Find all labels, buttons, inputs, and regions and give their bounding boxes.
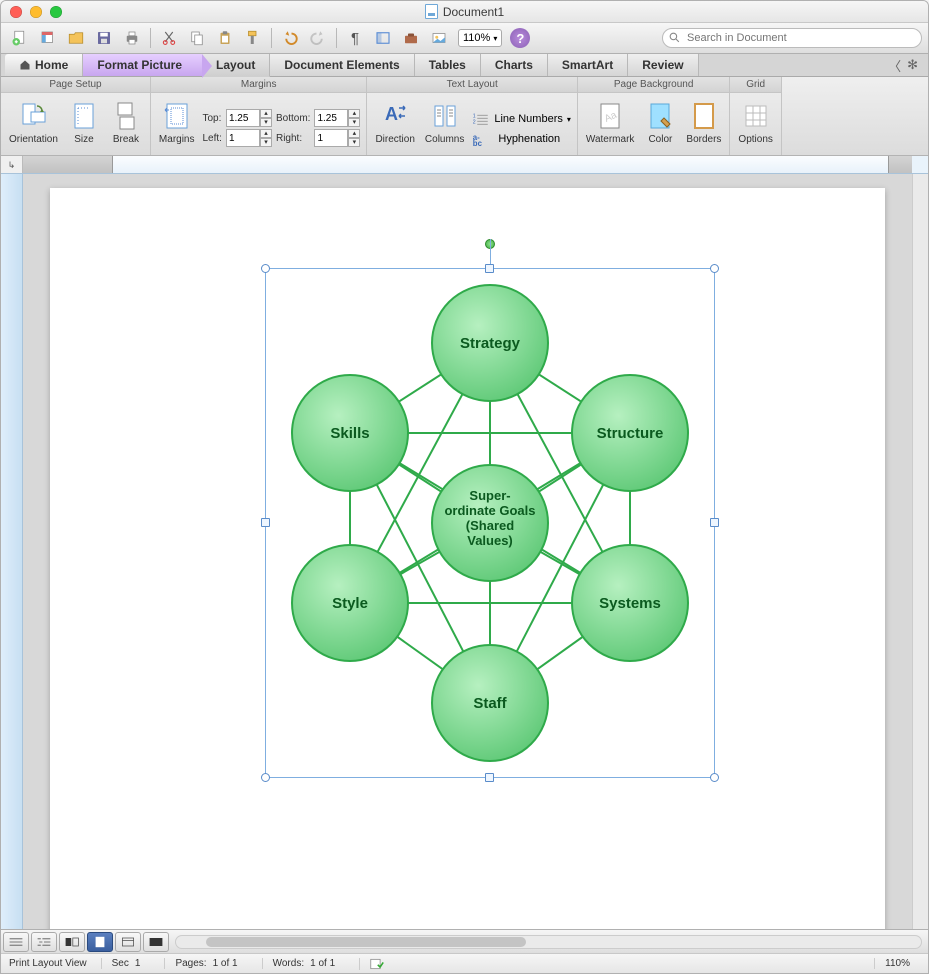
group-page-setup: Page Setup Orientation Size Break — [1, 77, 151, 155]
direction-button[interactable]: ADirection — [373, 98, 416, 147]
horizontal-ruler[interactable]: ↳ — [1, 156, 928, 174]
svg-text:2: 2 — [473, 120, 476, 126]
svg-text:Style: Style — [332, 595, 368, 612]
ruler-corner[interactable]: ↳ — [1, 156, 23, 174]
borders-button[interactable]: Borders — [684, 98, 723, 147]
svg-text:Skills: Skills — [330, 425, 369, 442]
ribbon-tabs: Home Format Picture Layout Document Elem… — [1, 54, 928, 77]
margin-bottom-input[interactable] — [314, 109, 348, 127]
new-doc-button[interactable] — [7, 26, 33, 50]
redo-button[interactable] — [305, 26, 331, 50]
svg-text:1: 1 — [473, 114, 476, 120]
svg-text:Values): Values) — [467, 533, 513, 548]
toolbox-button[interactable] — [398, 26, 424, 50]
page: Strategy Structure Systems Staff Style S… — [50, 188, 885, 929]
new-from-template-button[interactable] — [35, 26, 61, 50]
print-button[interactable] — [119, 26, 145, 50]
document-area[interactable]: Strategy Structure Systems Staff Style S… — [23, 174, 912, 929]
format-painter-button[interactable] — [240, 26, 266, 50]
margin-top-input[interactable] — [226, 109, 260, 127]
page-color-button[interactable]: Color — [642, 98, 678, 147]
outline-view-button[interactable] — [31, 932, 57, 952]
help-button[interactable]: ? — [510, 28, 530, 48]
status-bar: Print Layout View Sec1 Pages:1 of 1 Word… — [1, 953, 928, 973]
horizontal-scrollbar[interactable] — [175, 935, 922, 949]
margin-right-input[interactable] — [314, 129, 348, 147]
tab-document-elements[interactable]: Document Elements — [270, 54, 414, 76]
tab-review[interactable]: Review — [628, 54, 698, 76]
vertical-ruler[interactable] — [1, 174, 23, 929]
media-browser-button[interactable] — [426, 26, 452, 50]
zoom-window-button[interactable] — [50, 6, 62, 18]
ribbon: Page Setup Orientation Size Break Margin… — [1, 77, 928, 156]
notebook-view-button[interactable] — [115, 932, 141, 952]
hyphenation-button[interactable]: a-bcHyphenation — [472, 131, 560, 147]
line-numbers-button[interactable]: 12Line Numbers ▾ — [472, 111, 571, 127]
columns-button[interactable]: Columns — [423, 98, 466, 147]
seven-s-diagram: Strategy Structure Systems Staff Style S… — [265, 268, 715, 778]
svg-text:Staff: Staff — [473, 695, 507, 712]
grid-options-button[interactable]: Options — [736, 98, 774, 147]
svg-text:A: A — [385, 104, 398, 124]
group-page-background: Page Background AaWatermark Color Border… — [578, 77, 731, 155]
zoom-selector[interactable]: 110%▾ — [458, 29, 502, 47]
zoom-status[interactable]: 110% — [874, 958, 920, 969]
app-window: Document1 ¶ 110%▾ ? Home Format Picture … — [0, 0, 929, 974]
size-button[interactable]: Size — [66, 98, 102, 147]
draft-view-button[interactable] — [3, 932, 29, 952]
svg-text:Strategy: Strategy — [460, 335, 521, 352]
group-text-layout: Text Layout ADirection Columns 12Line Nu… — [367, 77, 577, 155]
focus-view-button[interactable] — [143, 932, 169, 952]
ribbon-options-icon[interactable]: ✻ — [907, 57, 918, 73]
tab-smartart[interactable]: SmartArt — [548, 54, 628, 76]
svg-text:ordinate Goals: ordinate Goals — [444, 503, 535, 518]
cut-button[interactable] — [156, 26, 182, 50]
search-field[interactable] — [662, 28, 922, 48]
tab-home[interactable]: Home — [5, 54, 83, 76]
vertical-scrollbar[interactable] — [912, 174, 928, 929]
tab-charts[interactable]: Charts — [481, 54, 548, 76]
show-formatting-button[interactable]: ¶ — [342, 26, 368, 50]
svg-text:bc: bc — [473, 139, 483, 147]
search-input[interactable] — [662, 28, 922, 48]
close-window-button[interactable] — [10, 6, 22, 18]
break-button[interactable]: Break — [108, 98, 144, 147]
group-margins: Margins Margins Top: ▴▾ Bottom: ▴▾ Left:… — [151, 77, 368, 155]
document-icon — [425, 4, 438, 19]
open-button[interactable] — [63, 26, 89, 50]
view-mode-label: Print Layout View — [9, 958, 87, 969]
copy-button[interactable] — [184, 26, 210, 50]
margins-button[interactable]: Margins — [157, 98, 197, 147]
print-layout-view-button[interactable] — [87, 932, 113, 952]
minimize-window-button[interactable] — [30, 6, 42, 18]
svg-text:Systems: Systems — [599, 595, 661, 612]
publishing-view-button[interactable] — [59, 932, 85, 952]
sidebar-toggle-button[interactable] — [370, 26, 396, 50]
orientation-button[interactable]: Orientation — [7, 98, 60, 147]
margin-left-input[interactable] — [226, 129, 260, 147]
svg-text:(Shared: (Shared — [466, 518, 514, 533]
svg-text:Super-: Super- — [469, 488, 510, 503]
tab-tables[interactable]: Tables — [415, 54, 481, 76]
save-button[interactable] — [91, 26, 117, 50]
collapse-ribbon-button[interactable]: 〈 — [888, 56, 901, 75]
tab-layout[interactable]: Layout — [202, 54, 270, 77]
tab-format-picture[interactable]: Format Picture — [83, 54, 202, 76]
window-title: Document1 — [443, 5, 504, 19]
quick-access-toolbar: ¶ 110%▾ ? — [1, 23, 928, 54]
svg-text:Structure: Structure — [597, 425, 664, 442]
undo-button[interactable] — [277, 26, 303, 50]
titlebar: Document1 — [1, 1, 928, 23]
view-toolbar — [1, 929, 928, 953]
paste-button[interactable] — [212, 26, 238, 50]
watermark-button[interactable]: AaWatermark — [584, 98, 637, 147]
spellcheck-button[interactable] — [359, 958, 394, 970]
group-grid: Grid Options — [730, 77, 781, 155]
